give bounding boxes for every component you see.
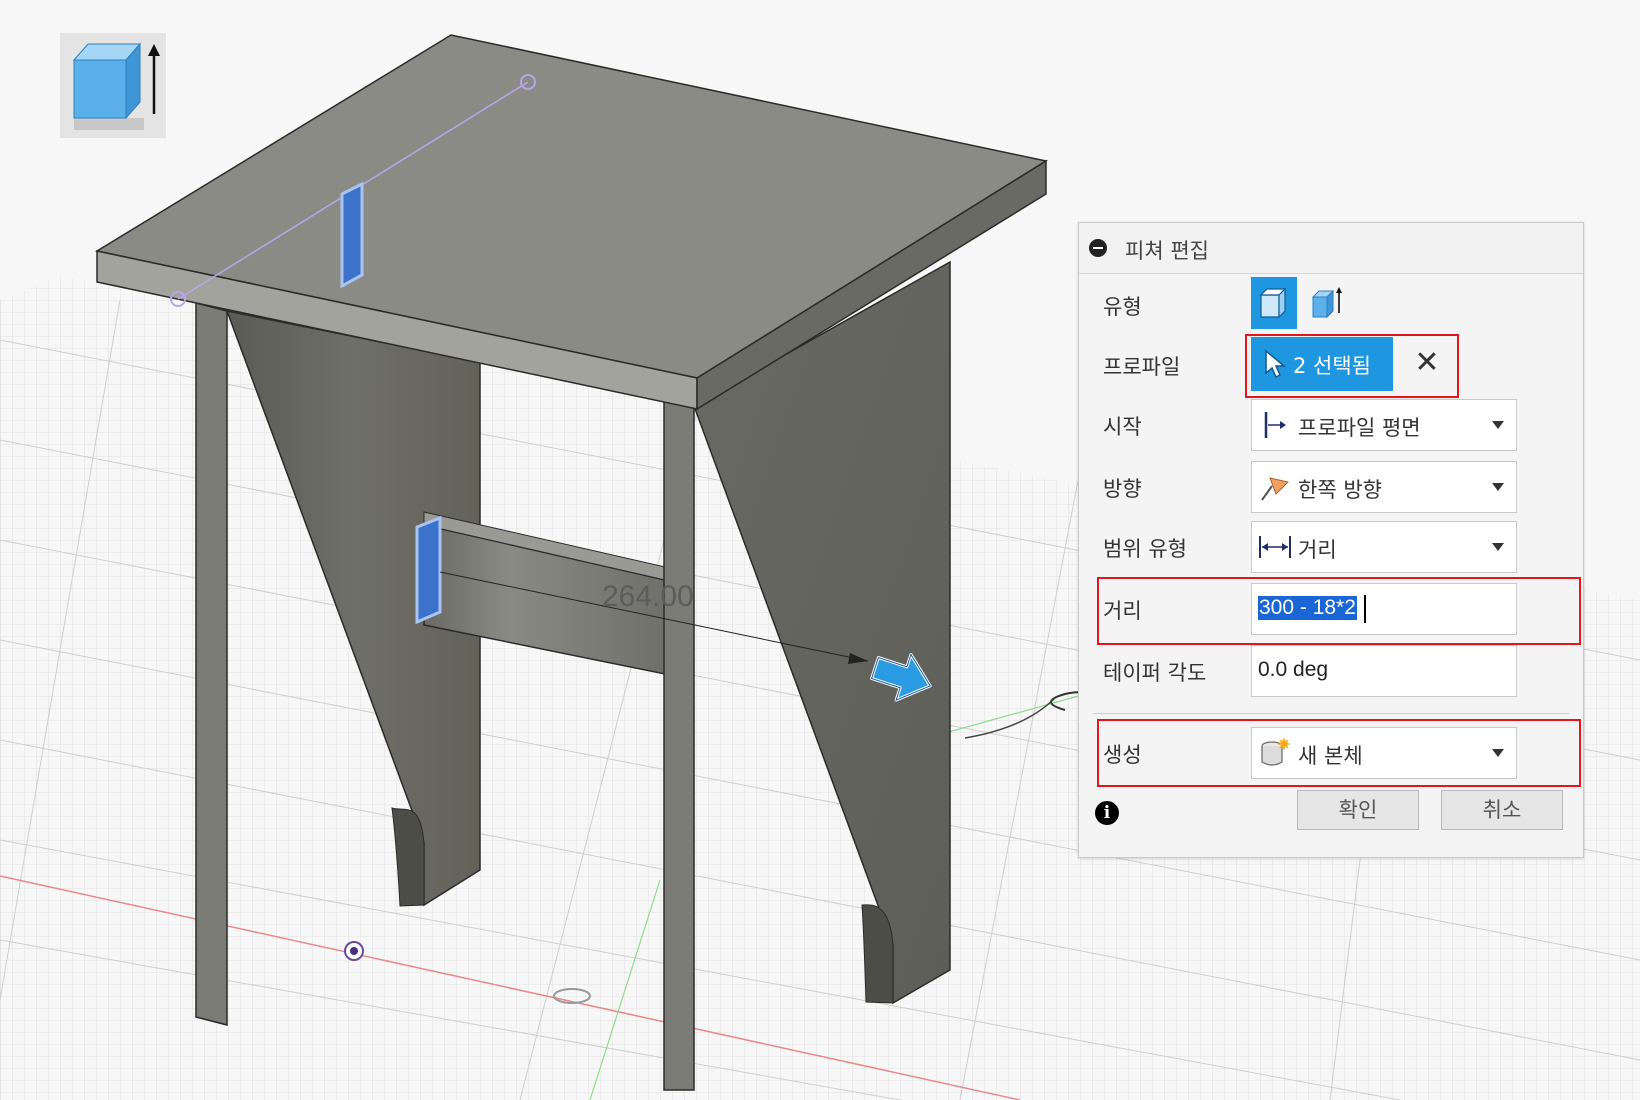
one-side-direction-icon: [1261, 477, 1289, 501]
panel-divider: [1093, 713, 1569, 714]
direction-label: 방향: [1103, 477, 1142, 501]
taper-angle-value: 0.0 deg: [1258, 658, 1329, 681]
start-dropdown[interactable]: 프로파일 평면: [1251, 399, 1517, 451]
new-body-icon: [1261, 738, 1290, 766]
distance-extent-icon: [1259, 536, 1291, 558]
text-caret: [1364, 595, 1366, 623]
dimension-label[interactable]: 264.00: [602, 580, 694, 613]
ok-button[interactable]: 확인: [1297, 790, 1419, 830]
operation-label: 생성: [1103, 743, 1142, 767]
extent-type-value: 거리: [1298, 538, 1337, 562]
chevron-down-icon: [1492, 543, 1504, 551]
chevron-down-icon: [1492, 483, 1504, 491]
clear-selection-icon[interactable]: ✕: [1409, 345, 1445, 381]
collapse-icon[interactable]: [1089, 239, 1107, 257]
direction-dropdown[interactable]: 한쪽 방향: [1251, 461, 1517, 513]
cancel-button[interactable]: 취소: [1441, 790, 1563, 830]
distance-label: 거리: [1103, 599, 1142, 623]
extrude-tool-icon: [60, 33, 166, 138]
chevron-down-icon: [1492, 421, 1504, 429]
info-icon[interactable]: i: [1095, 801, 1119, 825]
taper-angle-input[interactable]: 0.0 deg: [1251, 645, 1517, 697]
type-thin-button[interactable]: [1303, 277, 1349, 329]
extent-type-dropdown[interactable]: 거리: [1251, 521, 1517, 573]
operation-dropdown[interactable]: 새 본체: [1251, 727, 1517, 779]
solid-extrude-icon: [1259, 287, 1287, 319]
start-label: 시작: [1103, 415, 1142, 439]
cursor-arrow-icon: [1265, 349, 1287, 379]
type-label: 유형: [1103, 295, 1142, 319]
operation-value: 새 본체: [1298, 744, 1363, 768]
extent-type-label: 범위 유형: [1103, 537, 1187, 561]
distance-value: 300 - 18*2: [1258, 596, 1357, 620]
selected-profile[interactable]: [340, 181, 364, 289]
start-value: 프로파일 평면: [1298, 416, 1421, 440]
chevron-down-icon: [1492, 749, 1504, 757]
profile-selection-text: 2 선택됨: [1293, 354, 1371, 378]
thin-extrude-icon: [1311, 287, 1342, 319]
direction-value: 한쪽 방향: [1298, 478, 1382, 502]
profile-label: 프로파일: [1103, 355, 1181, 379]
feature-edit-panel: 피쳐 편집 유형 프로파일 2 선택됨 ✕ 시작 프로파일 평면 방향 한쪽 방…: [1078, 222, 1584, 858]
type-solid-button[interactable]: [1251, 277, 1297, 329]
taper-angle-label: 테이퍼 각도: [1103, 661, 1207, 685]
panel-header: 피쳐 편집: [1079, 223, 1583, 274]
selected-profile[interactable]: [415, 515, 442, 625]
panel-title: 피쳐 편집: [1125, 239, 1209, 263]
profile-plane-icon: [1264, 412, 1286, 438]
profile-selection-button[interactable]: 2 선택됨: [1251, 337, 1393, 391]
distance-input[interactable]: 300 - 18*2: [1251, 583, 1517, 635]
